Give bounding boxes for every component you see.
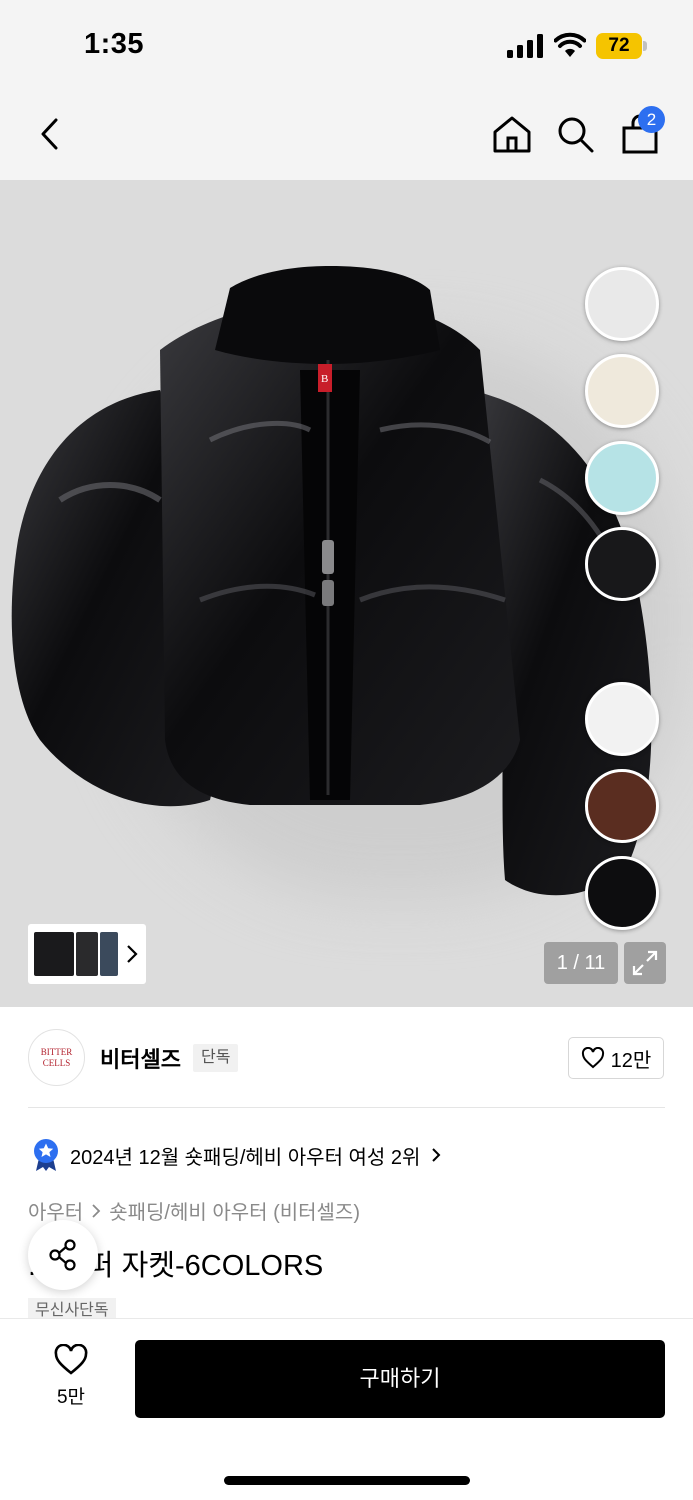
ranking-text: 2024년 12월 숏패딩/헤비 아우터 여성 2위 [70, 1146, 421, 1169]
share-icon [49, 1239, 76, 1271]
breadcrumb: 아우터 숏패딩/헤비 아우터 (비터셀즈) [28, 1196, 360, 1225]
status-time: 1:35 [84, 28, 145, 60]
brand-exclusive-tag: 단독 [193, 1044, 239, 1072]
cart-count-badge: 2 [638, 106, 665, 133]
battery-level: 72 [596, 33, 642, 59]
thumbnail-image[interactable] [76, 932, 98, 976]
color-swatch[interactable] [585, 856, 659, 930]
brand-like-count: 12만 [610, 1049, 652, 1072]
color-swatch[interactable] [585, 354, 659, 428]
battery-icon: 72 [596, 33, 648, 59]
thumbnail-image[interactable] [100, 932, 118, 976]
brand-logo-line: CELLS [42, 1057, 71, 1068]
thumbnail-image[interactable] [34, 932, 74, 976]
wifi-icon [554, 32, 586, 57]
brand-logo-line: BITTER [40, 1046, 73, 1057]
signal-icon [507, 34, 543, 58]
product-image-gallery[interactable]: B [0, 180, 693, 1007]
wishlist-count: 5만 [56, 1387, 86, 1408]
expand-button[interactable] [624, 942, 666, 984]
chevron-right-icon [127, 945, 138, 963]
share-button[interactable] [28, 1220, 98, 1290]
battery-tip [643, 41, 647, 51]
brand-name[interactable]: 비터셀즈 [100, 1042, 181, 1074]
nav-bar [0, 90, 693, 180]
color-swatch[interactable] [585, 527, 659, 601]
expand-icon [632, 950, 658, 976]
color-swatch[interactable] [585, 769, 659, 843]
chevron-right-icon [432, 1148, 441, 1162]
back-icon [41, 118, 58, 150]
image-counter: 1 / 11 [544, 942, 618, 984]
status-bar: 1:35 72 [0, 0, 693, 90]
chevron-right-icon [92, 1203, 101, 1218]
home-indicator [224, 1476, 470, 1485]
brand-like-button[interactable]: 12만 [568, 1037, 664, 1079]
color-swatch[interactable] [585, 267, 659, 341]
label-mark: B [321, 373, 328, 385]
heart-icon [54, 1344, 88, 1375]
breadcrumb-level2[interactable]: 숏패딩/헤비 아우터 (비터셀즈) [109, 1196, 360, 1225]
brand-logo[interactable]: BITTER CELLS [28, 1029, 85, 1086]
home-icon [493, 116, 531, 153]
back-button[interactable] [24, 108, 76, 160]
color-swatch[interactable] [585, 441, 659, 515]
search-button[interactable] [549, 108, 601, 160]
search-icon [558, 117, 594, 153]
ranking-link[interactable]: 2024년 12월 숏패딩/헤비 아우터 여성 2위 [32, 1138, 442, 1172]
wishlist-button[interactable]: 5만 [38, 1344, 104, 1414]
divider [28, 1107, 665, 1108]
buy-button[interactable]: 구매하기 [135, 1340, 665, 1418]
ranking-medal-icon [34, 1139, 58, 1171]
thumbnail-strip[interactable] [28, 924, 146, 984]
color-swatch[interactable] [585, 682, 659, 756]
home-button[interactable] [486, 108, 538, 160]
heart-icon [581, 1047, 604, 1069]
